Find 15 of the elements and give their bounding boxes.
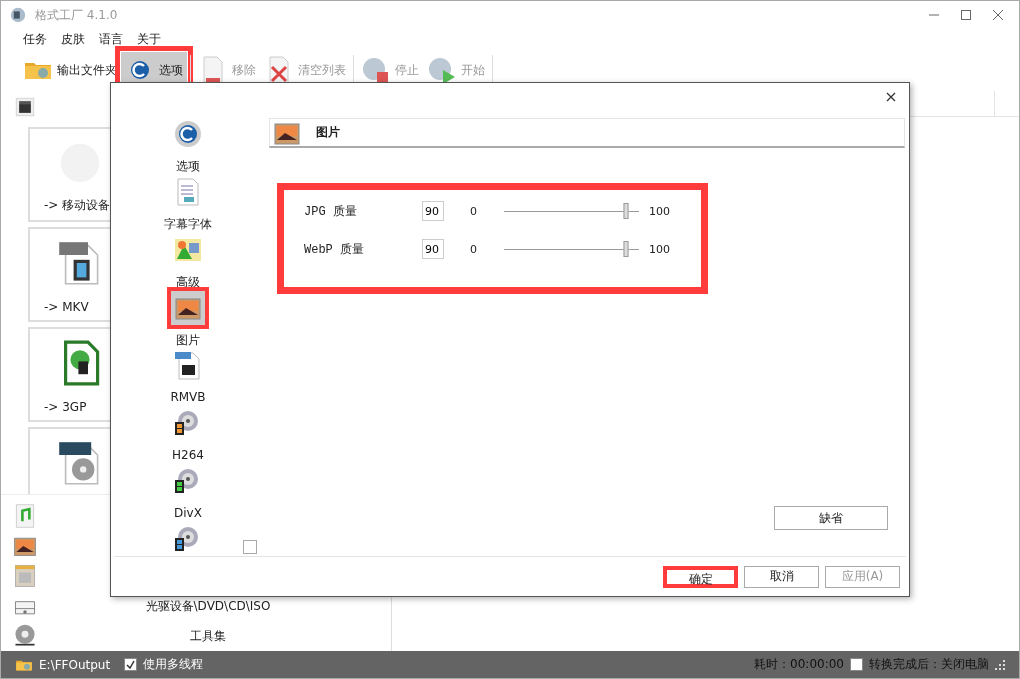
format-label: -> MKV: [44, 300, 89, 314]
quality-label: WebP 质量: [304, 241, 365, 258]
slider-min: 0: [470, 242, 478, 256]
checkbox-label: 使用多线程: [143, 656, 204, 673]
quality-label: JPG 质量: [304, 203, 358, 220]
slider-max: 100: [649, 242, 670, 256]
slider-max: 100: [649, 204, 670, 218]
format-label: -> 3GP: [44, 400, 87, 414]
elapsed-time: 耗时：00:00:00: [754, 656, 844, 673]
output-path: E:\FFOutput: [39, 657, 111, 672]
section-title: 图片: [316, 124, 340, 141]
window-title: 格式工厂 4.1.0: [35, 6, 118, 24]
slider-min: 0: [470, 204, 478, 218]
format-label: -> 移动设备: [44, 197, 111, 214]
checkbox-label: 转换完成后：关闭电脑: [869, 656, 989, 673]
